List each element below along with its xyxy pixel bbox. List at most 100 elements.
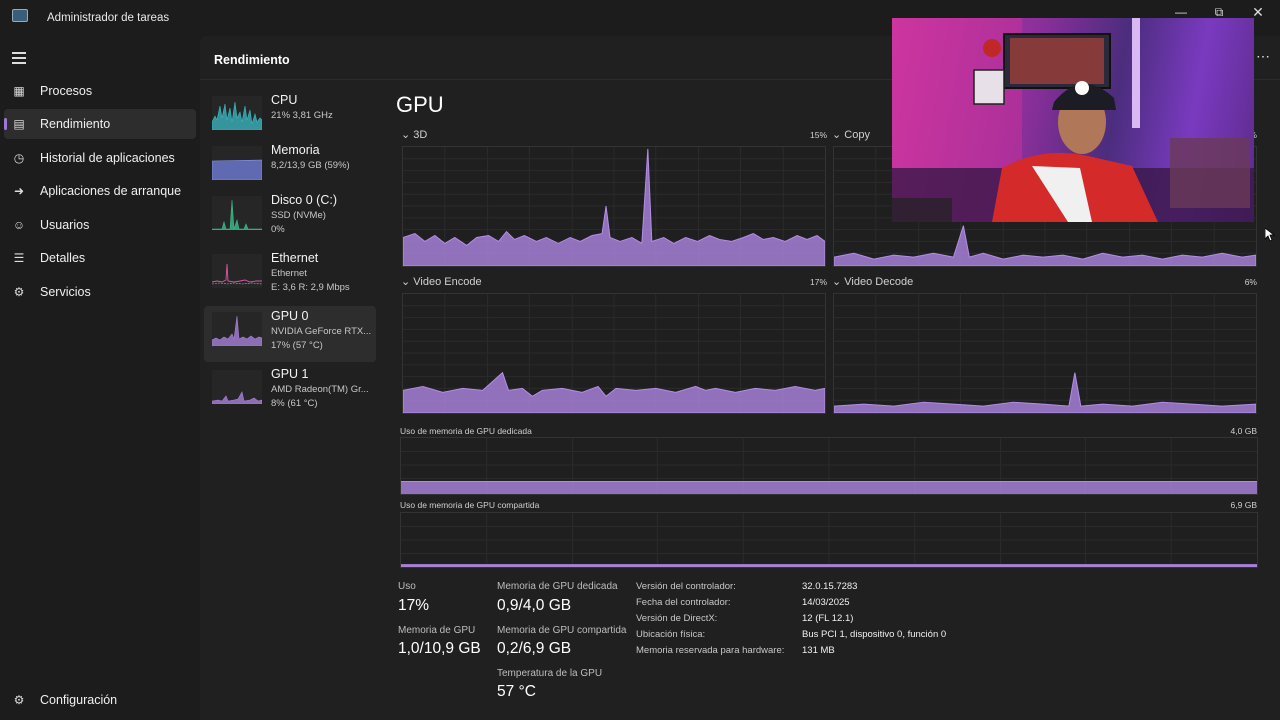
device-name: GPU 1 xyxy=(271,367,309,381)
engine-name: Video Decode xyxy=(844,276,914,288)
graph-shared-memory xyxy=(400,512,1258,568)
device-name: CPU xyxy=(271,93,298,107)
more-options-icon[interactable]: ⋯ xyxy=(1256,48,1270,65)
device-item-disk[interactable]: Disco 0 (C:) SSD (NVMe) 0% xyxy=(204,190,376,246)
info-key: Memoria reservada para hardware: xyxy=(636,645,785,656)
device-detail: 17% (57 °C) xyxy=(271,340,323,351)
nav-item-performance[interactable]: ▤ Rendimiento xyxy=(4,109,196,139)
webcam-overlay xyxy=(892,18,1254,222)
gpu-temperature-value: 57 °C xyxy=(497,683,536,700)
engine-percent: 6% xyxy=(1244,277,1257,287)
gpu-temperature-label: Temperatura de la GPU xyxy=(497,668,603,679)
gpu0-thumbnail-graph xyxy=(212,312,262,346)
info-key: Versión de DirectX: xyxy=(636,613,718,624)
graph-video-decode xyxy=(833,293,1257,414)
device-name: Memoria xyxy=(271,143,320,157)
device-item-gpu-0[interactable]: GPU 0 NVIDIA GeForce RTX... 17% (57 °C) xyxy=(204,306,376,362)
nav-item-label: Configuración xyxy=(40,693,118,707)
nav-item-services[interactable]: ⚙ Servicios xyxy=(4,277,196,307)
nav-item-label: Usuarios xyxy=(40,218,90,232)
gpu1-thumbnail-graph xyxy=(212,370,262,404)
dedicated-memory-max: 4,0 GB xyxy=(1230,426,1257,436)
nav-item-label: Detalles xyxy=(40,251,86,265)
device-item-ethernet[interactable]: Ethernet Ethernet E: 3,6 R: 2,9 Mbps xyxy=(204,248,376,304)
usage-value: 17% xyxy=(398,597,430,614)
device-name: Ethernet xyxy=(271,251,319,265)
task-manager-app-icon xyxy=(12,9,28,22)
info-key: Fecha del controlador: xyxy=(636,597,731,608)
device-detail: NVIDIA GeForce RTX... xyxy=(271,326,372,337)
device-detail: Ethernet xyxy=(271,268,307,279)
engine-label-video-encode[interactable]: ⌄ Video Encode xyxy=(401,275,482,288)
engine-name: 3D xyxy=(413,129,428,141)
webcam-scene-image xyxy=(892,18,1254,222)
gpu-memory-value: 1,0/10,9 GB xyxy=(398,640,481,657)
nav-item-label: Aplicaciones de arranque xyxy=(40,184,182,198)
ethernet-thumbnail-graph xyxy=(212,254,262,288)
nav-item-label: Servicios xyxy=(40,285,91,299)
history-icon: ◷ xyxy=(13,151,25,165)
nav-item-startup-apps[interactable]: ➜ Aplicaciones de arranque xyxy=(4,176,196,206)
services-icon: ⚙ xyxy=(13,285,25,299)
info-value: Bus PCI 1, dispositivo 0, función 0 xyxy=(802,629,947,640)
device-item-cpu[interactable]: CPU 21% 3,81 GHz xyxy=(204,90,376,146)
gpu-title: GPU xyxy=(396,92,444,117)
info-value: 131 MB xyxy=(802,645,835,656)
info-value: 12 (FL 12.1) xyxy=(802,613,854,624)
dedicated-memory-stat-value: 0,9/4,0 GB xyxy=(497,597,572,614)
info-key: Versión del controlador: xyxy=(636,581,736,592)
gpu-memory-label: Memoria de GPU xyxy=(398,625,476,636)
device-item-gpu-1[interactable]: GPU 1 AMD Radeon(TM) Gr... 8% (61 °C) xyxy=(204,364,376,420)
nav-item-settings[interactable]: ⚙ Configuración xyxy=(4,685,196,715)
device-detail: SSD (NVMe) xyxy=(271,210,326,221)
hamburger-menu-icon[interactable] xyxy=(12,52,26,64)
device-detail: 0% xyxy=(271,224,285,235)
usage-label: Uso xyxy=(398,581,416,592)
memory-thumbnail-graph xyxy=(212,146,262,180)
device-name: Disco 0 (C:) xyxy=(271,193,337,207)
graph-video-encode xyxy=(402,293,826,414)
nav-item-processes[interactable]: ▦ Procesos xyxy=(4,76,196,106)
nav-item-label: Rendimiento xyxy=(40,117,111,131)
shared-memory-label: Uso de memoria de GPU compartida xyxy=(400,500,540,510)
cpu-thumbnail-graph xyxy=(212,96,262,130)
engine-label-video-decode[interactable]: ⌄ Video Decode xyxy=(832,275,913,288)
startup-icon: ➜ xyxy=(13,184,25,198)
processes-icon: ▦ xyxy=(13,84,25,98)
engine-percent: 17% xyxy=(809,277,827,287)
nav-item-app-history[interactable]: ◷ Historial de aplicaciones xyxy=(4,143,196,173)
nav-item-label: Procesos xyxy=(40,84,93,98)
shared-memory-max: 6,9 GB xyxy=(1230,500,1257,510)
shared-memory-stat-label: Memoria de GPU compartida xyxy=(497,625,627,636)
device-detail: 21% 3,81 GHz xyxy=(271,110,333,121)
performance-icon: ▤ xyxy=(13,117,25,131)
nav-item-details[interactable]: ☰ Detalles xyxy=(4,243,196,273)
device-detail: 8% (61 °C) xyxy=(271,398,318,409)
info-key: Ubicación física: xyxy=(636,629,706,640)
dedicated-memory-stat-label: Memoria de GPU dedicada xyxy=(497,581,618,592)
navigation-pane: ▦ Procesos ▤ Rendimiento ◷ Historial de … xyxy=(0,36,200,720)
page-title: Rendimiento xyxy=(214,53,290,67)
device-detail: E: 3,6 R: 2,9 Mbps xyxy=(271,282,350,293)
dedicated-memory-label: Uso de memoria de GPU dedicada xyxy=(400,426,532,436)
engine-name: Video Encode xyxy=(413,276,482,288)
nav-item-users[interactable]: ☺ Usuarios xyxy=(4,210,196,240)
engine-label-3d[interactable]: ⌄ 3D xyxy=(401,128,427,141)
gear-icon: ⚙ xyxy=(13,693,25,707)
device-item-memory[interactable]: Memoria 8,2/13,9 GB (59%) xyxy=(204,140,376,196)
shared-memory-stat-value: 0,2/6,9 GB xyxy=(497,640,572,657)
nav-item-label: Historial de aplicaciones xyxy=(40,151,175,165)
graph-3d xyxy=(402,146,826,267)
info-value: 32.0.15.7283 xyxy=(802,581,858,592)
device-name: GPU 0 xyxy=(271,309,309,323)
disk-thumbnail-graph xyxy=(212,196,262,230)
info-value: 14/03/2025 xyxy=(802,597,850,608)
engine-label-copy[interactable]: ⌄ Copy xyxy=(832,128,870,141)
engine-name: Copy xyxy=(844,129,870,141)
device-detail: 8,2/13,9 GB (59%) xyxy=(271,160,350,171)
engine-percent: 15% xyxy=(809,130,827,140)
users-icon: ☺ xyxy=(12,218,26,232)
graph-dedicated-memory xyxy=(400,437,1258,495)
details-icon: ☰ xyxy=(13,251,25,265)
device-detail: AMD Radeon(TM) Gr... xyxy=(271,384,369,395)
